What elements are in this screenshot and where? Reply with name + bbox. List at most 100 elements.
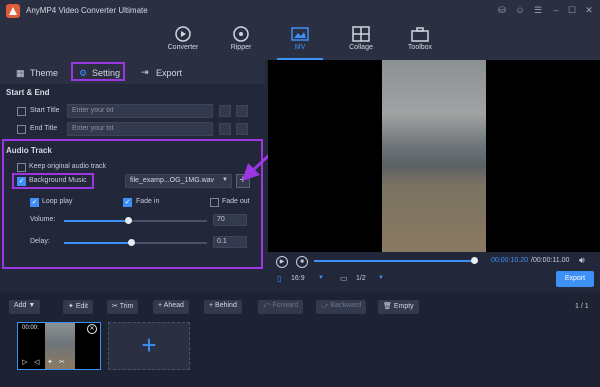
fade-out-checkbox[interactable] <box>210 198 219 207</box>
start-title-settings-button[interactable] <box>236 105 248 117</box>
app-window: AnyMP4 Video Converter Ultimate ⛁ ☺ ☰ – … <box>0 0 600 387</box>
end-title-input[interactable]: Enter your txt <box>67 122 213 136</box>
start-title-input[interactable]: Enter your txt <box>67 104 213 118</box>
edit-button[interactable]: ✦ Edit <box>63 300 93 314</box>
menu-icon[interactable]: ☰ <box>532 4 544 16</box>
page-counter: 1/2 <box>356 275 366 282</box>
edit-icon: ✦ <box>68 303 74 310</box>
tab-label: Toolbox <box>407 44 433 51</box>
volume-knob[interactable] <box>125 217 132 224</box>
clip-remove-icon[interactable]: ✕ <box>87 324 97 334</box>
forward-label: Forward <box>272 302 299 309</box>
tab-ripper[interactable]: Ripper <box>215 22 267 60</box>
volume-icon[interactable]: 🔊︎ <box>579 255 585 266</box>
chevron-down-icon: ▼ <box>222 177 228 183</box>
current-time: 00:00:10.20 <box>491 257 528 264</box>
mv-icon <box>291 27 309 41</box>
app-title: AnyMP4 Video Converter Ultimate <box>26 6 148 15</box>
tab-export[interactable]: Export <box>156 68 182 78</box>
tab-label: MV <box>294 44 306 51</box>
cart-icon[interactable]: ⛁ <box>496 4 508 16</box>
add-clip-button[interactable]: + <box>108 322 190 370</box>
fade-out-label: Fade out <box>222 198 250 205</box>
user-icon[interactable]: ☺ <box>514 4 526 16</box>
ahead-icon: + <box>158 302 163 309</box>
add-button[interactable]: Add ▼ <box>9 300 41 314</box>
setting-highlight <box>71 62 125 81</box>
backward-icon: ⤻ <box>321 302 329 309</box>
converter-icon <box>175 26 191 42</box>
ahead-button[interactable]: + Ahead <box>153 300 189 314</box>
close-icon[interactable]: ✕ <box>583 4 595 16</box>
empty-button[interactable]: 🗑︎ Empty <box>378 300 419 314</box>
clip-duration: 00:00: <box>22 325 39 331</box>
backward-label: Backward <box>330 302 362 309</box>
seek-knob[interactable] <box>471 257 478 264</box>
page-chevron-icon[interactable]: ▼ <box>378 275 384 281</box>
tab-theme[interactable]: Theme <box>30 68 58 78</box>
chevron-down-icon: ▼ <box>28 302 36 309</box>
start-end-heading: Start & End <box>6 88 50 97</box>
stop-icon[interactable]: ■ <box>296 256 308 268</box>
end-title-checkbox[interactable] <box>17 125 26 134</box>
add-label: Add <box>14 302 27 309</box>
start-title-checkbox[interactable] <box>17 107 26 116</box>
minimize-icon[interactable]: – <box>550 4 562 16</box>
trash-icon: 🗑︎ <box>383 303 392 310</box>
timeline-page-indicator: 1 / 1 <box>575 303 589 310</box>
delay-value[interactable]: 0.1 <box>213 236 247 248</box>
fade-in-checkbox[interactable]: ✓ <box>123 198 132 207</box>
delay-knob[interactable] <box>128 239 135 246</box>
tab-converter[interactable]: Converter <box>157 22 209 60</box>
start-title-edit-button[interactable] <box>219 105 231 117</box>
tab-collage[interactable]: Collage <box>335 22 387 60</box>
tab-label: Converter <box>167 44 199 51</box>
collage-icon <box>352 26 370 42</box>
loop-play-label: Loop play <box>42 198 73 205</box>
volume-value[interactable]: 70 <box>213 214 247 226</box>
empty-label: Empty <box>393 303 414 310</box>
clip-play-icon[interactable]: ▷ <box>22 358 27 366</box>
delay-fill <box>64 242 131 244</box>
clip-audio-icon[interactable]: ◁ <box>34 358 39 366</box>
tab-label: Collage <box>349 44 373 51</box>
disc-icon <box>233 26 249 42</box>
keep-original-checkbox[interactable] <box>17 163 26 172</box>
tab-label: Ripper <box>230 44 252 51</box>
behind-button[interactable]: + Behind <box>204 300 242 314</box>
trim-button[interactable]: ✂ Trim <box>107 300 139 314</box>
trim-label: Trim <box>119 303 134 310</box>
delay-label: Delay: <box>30 238 50 245</box>
export-button[interactable]: Export <box>556 271 594 287</box>
forward-button[interactable]: ⤺ Forward <box>258 300 304 314</box>
audio-track-heading: Audio Track <box>6 146 52 155</box>
play-icon[interactable]: ▶ <box>276 256 288 268</box>
loop-play-checkbox[interactable]: ✓ <box>30 198 39 207</box>
tab-toolbox[interactable]: Toolbox <box>394 22 446 60</box>
edit-label: Edit <box>75 303 88 310</box>
music-file-select[interactable]: file_examp...OG_1MG.wav <box>125 174 232 188</box>
video-frame <box>382 60 486 252</box>
aspect-icon: ▯ <box>277 274 282 283</box>
seek-progress <box>314 260 474 262</box>
tab-mv[interactable]: MV <box>274 22 326 60</box>
clip-effect-icon[interactable]: ✦ <box>47 358 53 366</box>
behind-icon: + <box>209 302 214 309</box>
bg-music-highlight <box>12 173 94 189</box>
backward-button[interactable]: ⤻ Backward <box>316 300 367 314</box>
total-time: /00:00:11.00 <box>531 257 570 264</box>
ahead-label: Ahead <box>163 302 184 309</box>
volume-label: Volume: <box>30 216 56 223</box>
aspect-ratio[interactable]: 16:9 <box>291 275 305 282</box>
aspect-chevron-icon[interactable]: ▼ <box>318 275 324 281</box>
end-title-edit-button[interactable] <box>219 123 231 135</box>
toolbox-icon <box>411 27 429 42</box>
forward-icon: ⤺ <box>263 302 271 309</box>
clip-cut-icon[interactable]: ✂ <box>59 358 65 366</box>
end-title-label: End Title <box>30 125 58 132</box>
start-title-label: Start Title <box>30 107 60 114</box>
maximize-icon[interactable]: ☐ <box>566 4 578 16</box>
behind-label: Behind <box>215 302 237 309</box>
export-icon: ⇥ <box>141 67 149 77</box>
fade-in-label: Fade in <box>136 198 160 205</box>
